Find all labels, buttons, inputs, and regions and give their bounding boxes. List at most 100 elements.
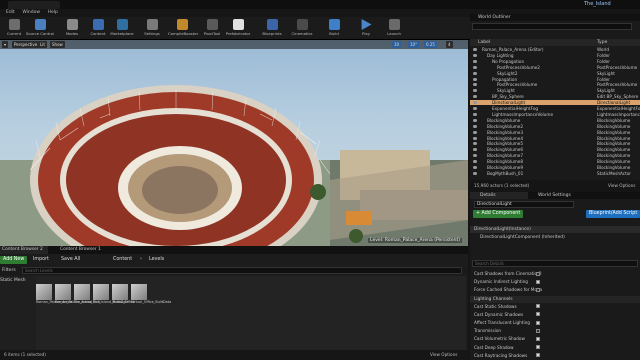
property-checkbox[interactable]: [536, 279, 540, 284]
show-button[interactable]: Show: [50, 41, 65, 48]
import-button[interactable]: Import: [30, 256, 52, 264]
visibility-eye-icon[interactable]: [473, 142, 477, 146]
outliner-row[interactable]: Propagation Folder: [470, 77, 640, 82]
asset-tile[interactable]: Roman_Palace_Arena: [36, 284, 72, 314]
toolbar-button-blueprints[interactable]: Blueprints: [258, 17, 286, 40]
tab-content-browser-2[interactable]: Content Browser 2: [0, 246, 48, 254]
outliner-row[interactable]: SkyLight SkyLight: [470, 88, 640, 93]
visibility-eye-icon[interactable]: [473, 124, 477, 128]
lit-mode-button[interactable]: Lit: [38, 41, 47, 48]
visibility-eye-icon[interactable]: [473, 89, 477, 93]
angle-snap-value[interactable]: 10°: [408, 41, 420, 48]
lighting-channels-section[interactable]: Lighting Channels: [470, 296, 640, 303]
toolbar-button-settings[interactable]: Settings: [138, 17, 166, 40]
visibility-eye-icon[interactable]: [473, 160, 477, 164]
window-tab[interactable]: [8, 1, 60, 9]
tab-world-settings[interactable]: World Settings: [528, 192, 571, 199]
asset-tile[interactable]: The_Island_BuiltData: [93, 284, 129, 314]
tab-details[interactable]: Details: [470, 192, 528, 199]
label-column-header[interactable]: Label: [478, 39, 490, 46]
outliner-row[interactable]: BlockingVolume4 BlockingVolume: [470, 136, 640, 141]
property-checkbox[interactable]: [536, 320, 540, 325]
menu-window[interactable]: Window: [22, 10, 40, 15]
toolbar-button-marketplace[interactable]: Marketplace: [108, 17, 136, 40]
asset-search-input[interactable]: Search Levels: [22, 267, 462, 274]
menu-help[interactable]: Help: [48, 10, 58, 15]
outliner-row[interactable]: SkyLight2 SkyLight: [470, 71, 640, 76]
visibility-eye-icon[interactable]: [473, 53, 477, 57]
visibility-eye-icon[interactable]: [473, 48, 477, 51]
type-column-header[interactable]: Type: [597, 39, 607, 46]
visibility-eye-icon[interactable]: [473, 130, 477, 134]
outliner-row[interactable]: ExponentialHeightFog ExponentialHeightFog: [470, 106, 640, 111]
visibility-eye-icon[interactable]: [473, 71, 477, 75]
outliner-row[interactable]: No Propagation Folder: [470, 59, 640, 64]
toolbar-button-pivot-tool[interactable]: PivotTool: [198, 17, 226, 40]
visibility-eye-icon[interactable]: [473, 101, 477, 105]
outliner-row[interactable]: BP_Sky_Sphere Edit BP_Sky_Sphere: [470, 94, 640, 99]
outliner-row[interactable]: LightmassImportanceVolume LightmassImport…: [470, 112, 640, 117]
toolbar-button-launch[interactable]: Launch: [380, 17, 408, 40]
visibility-eye-icon[interactable]: [473, 95, 477, 99]
property-checkbox[interactable]: [536, 287, 540, 292]
outliner-row[interactable]: BlockingVolume9 BlockingVolume: [470, 165, 640, 170]
asset-tile[interactable]: The_Island: [74, 284, 92, 314]
visibility-eye-icon[interactable]: [473, 77, 477, 81]
instance-row[interactable]: DirectionalLight(Instance): [470, 226, 640, 233]
cb-view-options-button[interactable]: View Options: [430, 350, 457, 360]
visibility-eye-icon[interactable]: [473, 83, 477, 87]
outliner-row[interactable]: BlockingVolume8 BlockingVolume: [470, 159, 640, 164]
asset-tile[interactable]: Virtual_Office_BuiltData: [131, 284, 171, 314]
outliner-row[interactable]: PostProcessVolume2 PostProcessVolume: [470, 65, 640, 70]
visibility-eye-icon[interactable]: [473, 154, 477, 158]
outliner-row[interactable]: BlockingVolume7 BlockingVolume: [470, 153, 640, 158]
actor-name-field[interactable]: DirectionalLight: [474, 201, 574, 208]
save-all-button[interactable]: Save All: [58, 256, 83, 264]
asset-tile[interactable]: Virtual_Office: [112, 284, 135, 314]
add-component-button[interactable]: + Add Component: [473, 210, 524, 218]
level-viewport[interactable]: ▾ Perspective Lit Show 10 10° 0.25 4 Lev…: [0, 40, 468, 246]
add-new-button[interactable]: Add New: [0, 256, 28, 264]
outliner-row[interactable]: BlockingVolume2 BlockingVolume: [470, 124, 640, 129]
viewport-menu-button[interactable]: ▾: [2, 41, 9, 48]
property-checkbox[interactable]: [536, 353, 540, 358]
toolbar-button-cinematics[interactable]: Cinematics: [288, 17, 316, 40]
toolbar-button-source-control[interactable]: Source Control: [26, 17, 54, 40]
property-checkbox[interactable]: [536, 312, 540, 317]
asset-tile[interactable]: Roman_Palace_Arena_Built: [55, 284, 100, 314]
filters-button[interactable]: Filters: [2, 268, 16, 273]
grid-snap-value[interactable]: 10: [392, 41, 402, 48]
visibility-eye-icon[interactable]: [473, 166, 477, 169]
visibility-eye-icon[interactable]: [473, 136, 477, 140]
outliner-row[interactable]: DirectionalLight DirectionalLight: [470, 100, 640, 106]
component-row[interactable]: DirectionalLightComponent (Inherited): [470, 234, 640, 241]
outliner-row[interactable]: BlockingVolume3 BlockingVolume: [470, 130, 640, 135]
toolbar-button-current[interactable]: Current: [0, 17, 28, 40]
visibility-eye-icon[interactable]: [473, 118, 477, 122]
camera-speed-button[interactable]: 4: [446, 41, 453, 48]
visibility-eye-icon[interactable]: [473, 59, 477, 63]
menu-edit[interactable]: Edit: [6, 10, 15, 15]
view-options-button[interactable]: View Options: [608, 180, 635, 192]
scale-snap-value[interactable]: 0.25: [424, 41, 437, 48]
tab-content-browser-1[interactable]: Content Browser 1: [52, 246, 101, 254]
toolbar-button-build[interactable]: Build: [320, 17, 348, 40]
outliner-row[interactable]: Day Lighting Folder: [470, 53, 640, 58]
blueprint-add-script-button[interactable]: Blueprint/Add Script: [586, 210, 640, 218]
details-search-input[interactable]: Search Details: [472, 260, 638, 267]
perspective-button[interactable]: Perspective: [12, 41, 40, 48]
property-checkbox[interactable]: [536, 328, 540, 333]
visibility-eye-icon[interactable]: [473, 171, 477, 175]
breadcrumb-content[interactable]: Content: [110, 256, 135, 264]
outliner-row[interactable]: BogMythBush_01 StaticMeshActor: [470, 171, 640, 176]
property-checkbox[interactable]: [536, 345, 540, 350]
visibility-eye-icon[interactable]: [473, 112, 477, 116]
outliner-row[interactable]: Roman_Palace_Arena (Editor) World: [470, 47, 640, 52]
property-checkbox[interactable]: [536, 271, 540, 276]
visibility-eye-icon[interactable]: [473, 65, 477, 69]
visibility-eye-icon[interactable]: [473, 107, 477, 110]
visibility-eye-icon[interactable]: [473, 148, 477, 152]
toolbar-button-prefabricator[interactable]: Prefabricator: [224, 17, 252, 40]
outliner-search-input[interactable]: [472, 23, 632, 30]
toolbar-button-play[interactable]: Play: [352, 17, 380, 40]
